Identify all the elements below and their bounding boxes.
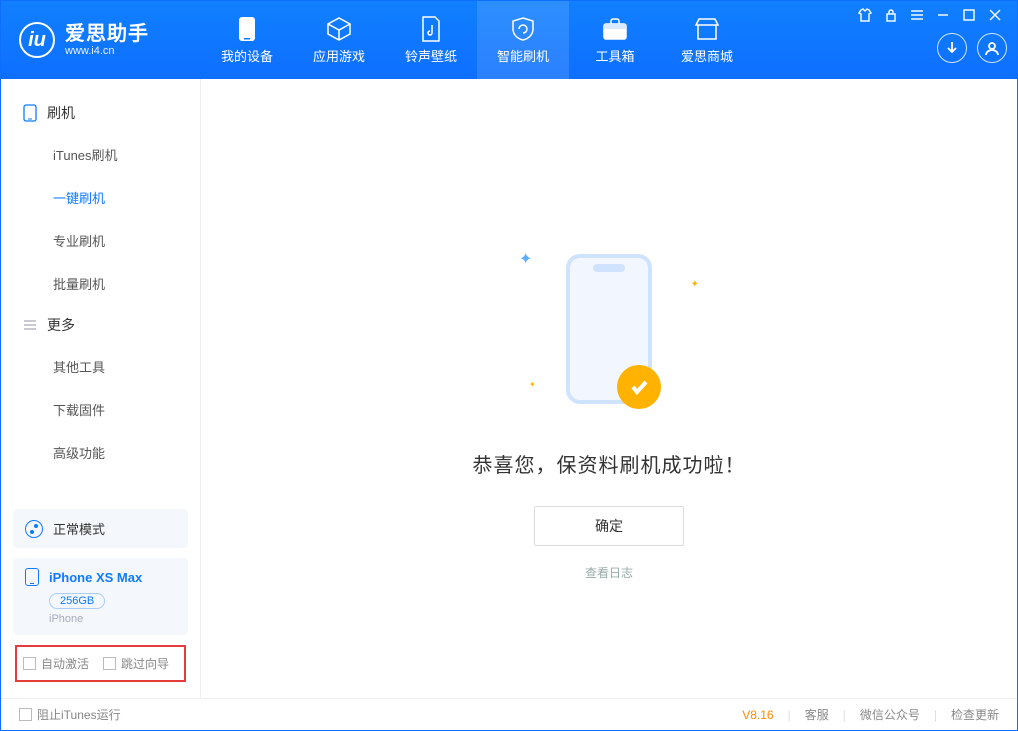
shield-refresh-icon — [510, 16, 536, 42]
app-logo-icon: iu — [19, 22, 55, 58]
sidebar-scroll: 刷机 iTunes刷机 一键刷机 专业刷机 批量刷机 更多 其他工具 下载固件 … — [1, 79, 200, 499]
app-title: 爱思助手 — [65, 23, 149, 45]
app-subtitle: www.i4.cn — [65, 45, 149, 57]
nav-ringtones[interactable]: 铃声壁纸 — [385, 1, 477, 79]
nav-toolbox[interactable]: 工具箱 — [569, 1, 661, 79]
sidebar-group-flash: 刷机 — [1, 93, 200, 133]
success-illustration: ✦ ✦ ✦ — [479, 229, 739, 429]
checkbox-auto-activate[interactable]: 自动激活 — [23, 655, 89, 672]
nav-label: 铃声壁纸 — [405, 46, 457, 65]
sidebar-item-other-tools[interactable]: 其他工具 — [1, 345, 200, 388]
mode-card[interactable]: 正常模式 — [13, 509, 188, 548]
window-controls — [857, 1, 1007, 23]
sidebar-item-pro-flash[interactable]: 专业刷机 — [1, 219, 200, 262]
nav-store[interactable]: 爱思商城 — [661, 1, 753, 79]
sidebar-bottom: 正常模式 iPhone XS Max 256GB iPhone 自动激活 — [1, 499, 200, 698]
sidebar-item-batch-flash[interactable]: 批量刷机 — [1, 262, 200, 305]
tshirt-icon[interactable] — [857, 7, 873, 23]
success-message: 恭喜您，保资料刷机成功啦！ — [473, 449, 746, 478]
toolbox-icon — [602, 16, 628, 42]
sparkle-icon: ✦ — [529, 380, 536, 389]
download-button[interactable] — [937, 33, 967, 63]
checkbox-label: 阻止iTunes运行 — [37, 706, 121, 723]
statusbar: 阻止iTunes运行 V8.16 | 客服 | 微信公众号 | 检查更新 — [1, 698, 1017, 730]
nav-label: 智能刷机 — [497, 46, 549, 65]
main-nav: 我的设备 应用游戏 铃声壁纸 智能刷机 工具箱 爱思商城 — [201, 1, 753, 79]
nav-label: 工具箱 — [595, 46, 634, 65]
close-icon[interactable] — [987, 7, 1003, 23]
app-window: iu 爱思助手 www.i4.cn 我的设备 应用游戏 铃声壁纸 智能刷机 — [0, 0, 1018, 731]
separator: | — [934, 708, 937, 722]
minimize-icon[interactable] — [935, 7, 951, 23]
checkbox-box — [103, 657, 116, 670]
header: iu 爱思助手 www.i4.cn 我的设备 应用游戏 铃声壁纸 智能刷机 — [1, 1, 1017, 79]
maximize-icon[interactable] — [961, 7, 977, 23]
device-name: iPhone XS Max — [49, 570, 142, 585]
sidebar-item-itunes-flash[interactable]: iTunes刷机 — [1, 133, 200, 176]
support-link[interactable]: 客服 — [805, 706, 829, 723]
nav-label: 我的设备 — [221, 46, 273, 65]
nav-label: 应用游戏 — [313, 46, 365, 65]
sidebar-item-download-firmware[interactable]: 下载固件 — [1, 388, 200, 431]
checkmark-badge-icon — [617, 365, 661, 409]
list-icon — [23, 319, 37, 331]
mode-label: 正常模式 — [53, 519, 105, 538]
status-right: V8.16 | 客服 | 微信公众号 | 检查更新 — [742, 706, 999, 723]
checkbox-row-highlighted: 自动激活 跳过向导 — [15, 645, 186, 682]
sparkle-icon: ✦ — [519, 249, 532, 269]
device-icon — [234, 16, 260, 42]
music-file-icon — [418, 16, 444, 42]
wechat-link[interactable]: 微信公众号 — [860, 706, 920, 723]
version-label: V8.16 — [742, 708, 773, 722]
device-top: iPhone XS Max — [25, 568, 176, 586]
separator: | — [843, 708, 846, 722]
separator: | — [788, 708, 791, 722]
store-icon — [694, 16, 720, 42]
nav-apps-games[interactable]: 应用游戏 — [293, 1, 385, 79]
checkbox-box — [23, 657, 36, 670]
group-title: 刷机 — [47, 103, 75, 123]
main-content: ✦ ✦ ✦ 恭喜您，保资料刷机成功啦！ 确定 查看日志 — [201, 79, 1017, 698]
group-title: 更多 — [47, 315, 75, 335]
lock-icon[interactable] — [883, 7, 899, 23]
checkbox-skip-guide[interactable]: 跳过向导 — [103, 655, 169, 672]
header-actions — [937, 23, 1007, 79]
menu-icon[interactable] — [909, 7, 925, 23]
checkbox-block-itunes[interactable]: 阻止iTunes运行 — [19, 706, 121, 723]
checkbox-box — [19, 708, 32, 721]
ok-button[interactable]: 确定 — [534, 506, 684, 546]
user-button[interactable] — [977, 33, 1007, 63]
logo-area: iu 爱思助手 www.i4.cn — [1, 1, 201, 79]
device-type: iPhone — [49, 613, 176, 625]
sparkle-icon: ✦ — [691, 279, 699, 290]
sidebar-group-more: 更多 — [1, 305, 200, 345]
nav-flash[interactable]: 智能刷机 — [477, 1, 569, 79]
body: 刷机 iTunes刷机 一键刷机 专业刷机 批量刷机 更多 其他工具 下载固件 … — [1, 79, 1017, 698]
view-log-link[interactable]: 查看日志 — [585, 564, 633, 581]
sidebar-item-advanced[interactable]: 高级功能 — [1, 431, 200, 474]
checkbox-label: 自动激活 — [41, 655, 89, 672]
check-update-link[interactable]: 检查更新 — [951, 706, 999, 723]
checkbox-label: 跳过向导 — [121, 655, 169, 672]
device-card[interactable]: iPhone XS Max 256GB iPhone — [13, 558, 188, 635]
logo-text: 爱思助手 www.i4.cn — [65, 23, 149, 57]
header-right — [857, 1, 1017, 79]
nav-my-device[interactable]: 我的设备 — [201, 1, 293, 79]
cube-icon — [326, 16, 352, 42]
nav-label: 爱思商城 — [681, 46, 733, 65]
mode-icon — [25, 520, 43, 538]
storage-badge: 256GB — [49, 593, 105, 609]
sidebar: 刷机 iTunes刷机 一键刷机 专业刷机 批量刷机 更多 其他工具 下载固件 … — [1, 79, 201, 698]
sidebar-item-oneclick-flash[interactable]: 一键刷机 — [1, 176, 200, 219]
phone-icon — [25, 568, 39, 586]
phone-outline-icon — [23, 104, 37, 122]
